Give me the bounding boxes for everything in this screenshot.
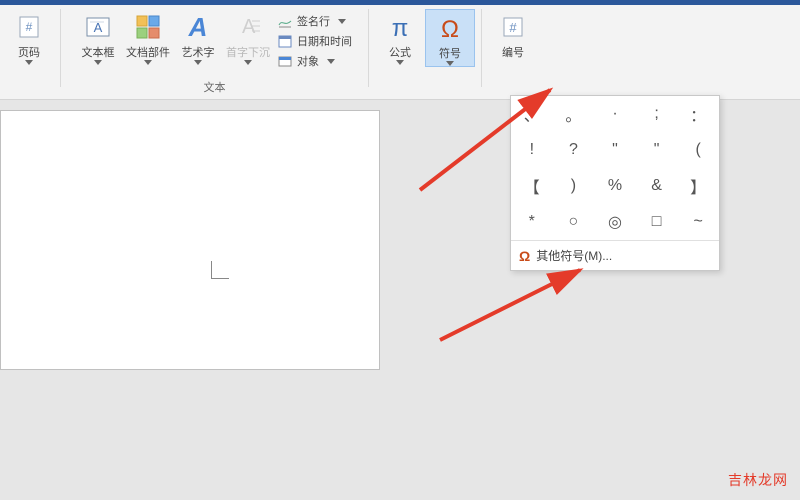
- symbol-dropdown-panel: 、。·;：!?""(【)%&】*○◎□~ Ω 其他符号(M)...: [510, 95, 720, 271]
- equation-icon: π: [384, 11, 416, 43]
- page-number-label: 页码: [18, 44, 40, 60]
- equation-button[interactable]: π 公式: [375, 9, 425, 65]
- text-group-label: 文本: [67, 79, 362, 95]
- symbol-label: 符号: [439, 45, 461, 61]
- symbol-grid: 、。·;：!?""(【)%&】*○◎□~: [511, 96, 719, 240]
- ribbon: # 页码 A 文本框 文档部件 A: [0, 5, 800, 100]
- dropdown-icon: [446, 61, 454, 66]
- dropdown-icon: [338, 19, 346, 24]
- page-number-button[interactable]: # 页码: [4, 9, 54, 65]
- wordart-button[interactable]: A 艺术字: [173, 9, 223, 65]
- symbol-cell[interactable]: □: [636, 204, 678, 240]
- object-icon: [277, 53, 293, 69]
- annotation-arrow: [430, 260, 610, 350]
- dropdown-icon: [25, 60, 33, 65]
- dropdown-icon: [396, 60, 404, 65]
- dropdown-icon: [94, 60, 102, 65]
- quick-parts-button[interactable]: 文档部件: [123, 9, 173, 65]
- quick-parts-icon: [132, 11, 164, 43]
- drop-cap-button[interactable]: A 首字下沉: [223, 9, 273, 65]
- omega-icon: Ω: [519, 248, 530, 264]
- symbol-cell[interactable]: ○: [553, 204, 595, 240]
- svg-text:#: #: [26, 20, 33, 34]
- svg-text:π: π: [392, 15, 409, 42]
- object-label: 对象: [297, 53, 319, 69]
- symbol-cell[interactable]: *: [511, 204, 553, 240]
- svg-text:Ω: Ω: [441, 16, 459, 43]
- symbol-cell[interactable]: ~: [677, 204, 719, 240]
- symbol-cell[interactable]: 。: [553, 96, 595, 132]
- wordart-label: 艺术字: [182, 44, 215, 60]
- number-icon: #: [497, 11, 529, 43]
- page-number-icon: #: [13, 11, 45, 43]
- date-time-label: 日期和时间: [297, 33, 352, 49]
- svg-text:A: A: [188, 12, 208, 42]
- symbol-cell[interactable]: 、: [511, 96, 553, 132]
- watermark: 吉林龙网: [728, 470, 788, 490]
- symbol-cell[interactable]: ;: [636, 96, 678, 132]
- dropdown-icon: [244, 60, 252, 65]
- signature-icon: [277, 13, 293, 29]
- symbol-cell[interactable]: ": [636, 132, 678, 168]
- symbol-cell[interactable]: ：: [677, 96, 719, 132]
- signature-line-label: 签名行: [297, 13, 330, 29]
- text-box-icon: A: [82, 11, 114, 43]
- dropdown-icon: [327, 59, 335, 64]
- symbol-cell[interactable]: 】: [677, 168, 719, 204]
- symbol-cell[interactable]: (: [677, 132, 719, 168]
- signature-line-button[interactable]: 签名行: [273, 11, 356, 31]
- svg-text:A: A: [242, 16, 256, 38]
- equation-label: 公式: [389, 44, 411, 60]
- number-button[interactable]: # 编号: [488, 9, 538, 60]
- symbol-cell[interactable]: ◎: [594, 204, 636, 240]
- symbol-cell[interactable]: 【: [511, 168, 553, 204]
- document-canvas[interactable]: [0, 110, 380, 370]
- separator: [368, 9, 369, 87]
- object-button[interactable]: 对象: [273, 51, 356, 71]
- symbol-cell[interactable]: ?: [553, 132, 595, 168]
- symbol-cell[interactable]: !: [511, 132, 553, 168]
- separator: [60, 9, 61, 87]
- text-small-list: 签名行 日期和时间 对象: [273, 9, 356, 71]
- symbol-cell[interactable]: ): [553, 168, 595, 204]
- text-group: A 文本框 文档部件 A 艺术字 A: [67, 9, 362, 99]
- drop-cap-label: 首字下沉: [226, 44, 270, 60]
- dropdown-icon: [144, 60, 152, 65]
- text-box-button[interactable]: A 文本框: [73, 9, 123, 65]
- symbol-cell[interactable]: ": [594, 132, 636, 168]
- text-box-label: 文本框: [82, 44, 115, 60]
- more-symbols-button[interactable]: Ω 其他符号(M)...: [511, 240, 719, 270]
- date-time-button[interactable]: 日期和时间: [273, 31, 356, 51]
- more-symbols-label: 其他符号(M)...: [536, 247, 612, 264]
- number-label: 编号: [502, 44, 524, 60]
- symbol-cell[interactable]: %: [594, 168, 636, 204]
- quick-parts-label: 文档部件: [126, 44, 170, 60]
- separator: [481, 9, 482, 87]
- symbol-icon: Ω: [434, 12, 466, 44]
- symbol-button[interactable]: Ω 符号: [425, 9, 475, 67]
- drop-cap-icon: A: [232, 11, 264, 43]
- symbol-cell[interactable]: &: [636, 168, 678, 204]
- symbol-cell[interactable]: ·: [594, 96, 636, 132]
- svg-text:#: #: [509, 20, 517, 35]
- wordart-icon: A: [182, 11, 214, 43]
- dropdown-icon: [194, 60, 202, 65]
- text-cursor: [211, 261, 229, 279]
- date-time-icon: [277, 33, 293, 49]
